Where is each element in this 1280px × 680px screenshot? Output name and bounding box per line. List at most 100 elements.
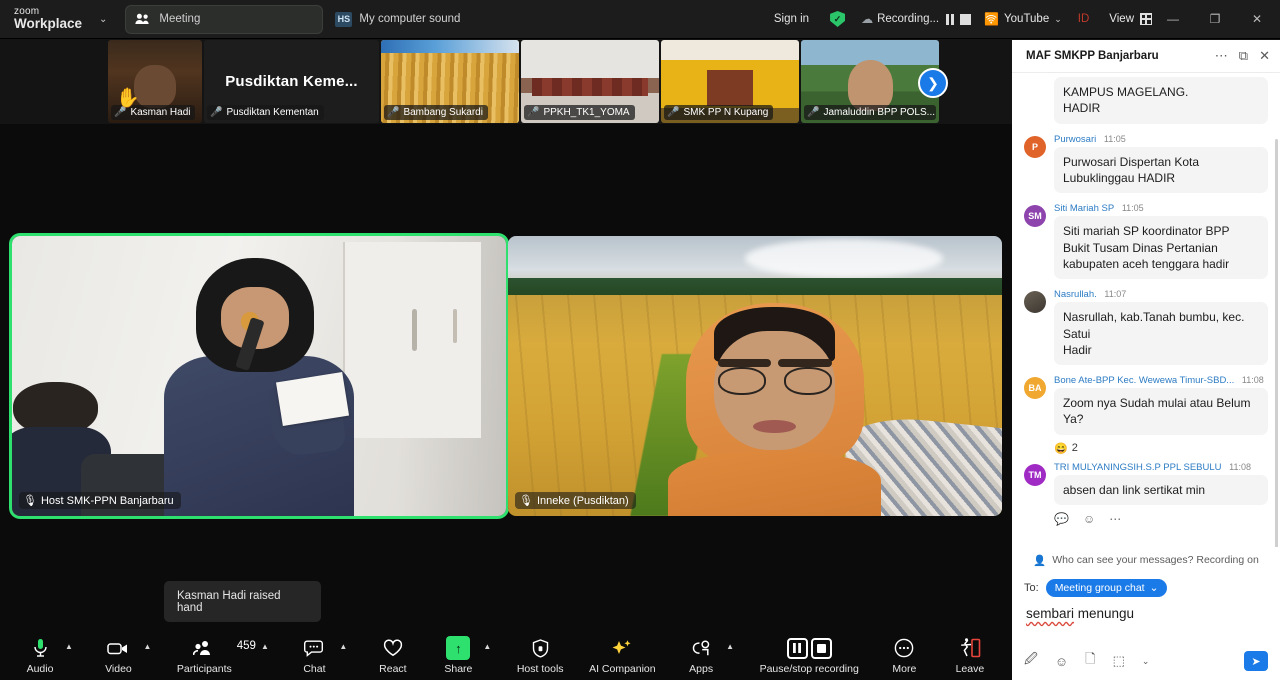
minimize-button[interactable]: — [1152,0,1194,39]
participants-button[interactable]: Participants [177,637,232,675]
audio-label: Audio [26,663,54,675]
emoji-icon[interactable]: ☺ [1055,654,1068,669]
filmstrip-next-button[interactable]: ❯ [918,68,948,98]
leave-button[interactable]: Leave [950,637,990,675]
participants-control-group: Participants 459 ▲ [177,637,269,675]
pause-icon[interactable] [946,13,955,25]
chevron-down-icon[interactable]: ⌄ [1142,656,1150,667]
close-icon[interactable]: ✕ [1259,48,1270,64]
stop-recording-icon[interactable] [810,637,832,659]
file-icon[interactable]: 🗋 [1085,650,1095,672]
message-meta: Bone Ate-BPP Kec. Wewewa Timur-SBD... 11… [1054,375,1268,386]
video-name-label: Inneke (Pusdiktan) [536,494,629,507]
brand-dropdown-caret[interactable]: ⌄ [99,14,107,25]
avatar [1024,291,1046,314]
ai-companion-button[interactable]: AI Companion [589,637,656,675]
mic-off-icon: 🎤 [387,107,400,118]
heart-icon [383,637,403,659]
chat-message: TM TRI MULYANINGSIH.S.P PPL SEBULU 11:08… [1024,462,1268,506]
more-button[interactable]: More [884,637,924,675]
popout-icon[interactable]: ⧉ [1239,48,1248,64]
youtube-live-label[interactable]: YouTube [1004,13,1049,25]
share-button[interactable]: ↑ Share [438,636,478,675]
meeting-tab[interactable]: Meeting [125,4,324,34]
youtube-caret-icon[interactable]: ⌄ [1054,14,1062,25]
filmstrip-tile[interactable]: ✋ 🎤 Kasman Hadi [108,40,202,123]
grid-view-icon[interactable] [1140,13,1152,25]
react-button[interactable]: React [373,637,413,675]
message-sender[interactable]: Purwosari [1054,134,1096,145]
encryption-shield-icon[interactable] [830,11,846,27]
apps-options-caret[interactable]: ▲ [726,642,734,651]
video-tile-active-speaker[interactable]: 🎙 Host SMK-PPN Banjarbaru [12,236,506,516]
message-sender[interactable]: Bone Ate-BPP Kec. Wewewa Timur-SBD... [1054,375,1234,386]
filmstrip-tile[interactable]: 🎤 SMK PP N Kupang [661,40,799,123]
meeting-toolbar: Audio ▲ Video ▲ Participants 459 ▲ Chat … [0,632,1012,680]
participant-filmstrip[interactable]: ✋ 🎤 Kasman Hadi Pusdiktan Keme... 🎤 Pusd… [108,40,951,123]
message-time: 11:08 [1241,375,1264,386]
message-sender[interactable]: Nasrullah. [1054,289,1097,300]
message-sender[interactable]: TRI MULYANINGSIH.S.P PPL SEBULU [1054,462,1222,473]
audio-source-label: My computer sound [359,13,461,25]
host-tools-button[interactable]: Host tools [517,637,564,675]
avatar: BA [1024,377,1046,400]
filmstrip-tile[interactable]: 🎤 PPKH_TK1_YOMA [521,40,659,123]
pause-recording-icon[interactable] [786,637,808,659]
avatar-spacer [1024,79,1046,101]
recipient-selector[interactable]: Meeting group chat ⌄ [1045,579,1168,597]
format-icon[interactable]: 🖉 [1024,650,1038,672]
share-options-caret[interactable]: ▲ [483,642,491,651]
chat-options-caret[interactable]: ▲ [339,642,347,651]
recording-status-label[interactable]: Recording... [877,13,939,25]
message-text: Zoom nya Sudah mulai atau Belum Ya? [1054,388,1268,435]
maximize-button[interactable]: ❐ [1194,0,1236,39]
share-screen-icon: ↑ [446,636,471,660]
message-reaction[interactable]: 😄 2 [1054,442,1078,455]
video-feed-art [508,236,1002,516]
filmstrip-name-badge: 🎤 Pusdiktan Kementan [207,105,324,120]
meeting-id-label[interactable]: ID [1078,13,1090,25]
audio-control-group: Audio ▲ [20,637,73,675]
video-options-caret[interactable]: ▲ [143,642,151,651]
message-meta: TRI MULYANINGSIH.S.P PPL SEBULU 11:08 [1054,462,1268,473]
chat-header: MAF SMKPP Banjarbaru ⋯ ⧉ ✕ [1012,40,1280,73]
reply-icon[interactable]: 💬 [1054,512,1069,526]
avatar: TM [1024,463,1046,486]
message-sender[interactable]: Siti Mariah SP [1054,203,1114,214]
pause-stop-recording-button[interactable]: Pause/stop recording [760,637,859,675]
chat-button[interactable]: Chat [294,637,334,675]
emoji-icon[interactable]: ☺ [1083,512,1095,526]
sign-in-button[interactable]: Sign in [774,13,809,25]
stop-icon[interactable] [960,13,972,25]
screenshot-icon[interactable]: ⬚ [1113,653,1125,669]
chat-privacy-notice[interactable]: 👤 Who can see your messages? Recording o… [1012,547,1280,573]
video-feed-art [12,236,506,516]
chat-input[interactable]: sembari menungu [1024,606,1268,628]
audio-options-caret[interactable]: ▲ [65,642,73,651]
apps-button[interactable]: Apps [681,637,721,675]
filmstrip-name-badge: 🎤 SMK PP N Kupang [664,105,774,120]
raised-hand-toast: Kasman Hadi raised hand [164,581,321,622]
more-icon[interactable]: ⋯ [1109,512,1121,526]
video-tile[interactable]: 🎙 Inneke (Pusdiktan) [508,236,1002,516]
chat-control-group: Chat ▲ [294,637,347,675]
meeting-tab-label: Meeting [159,13,201,25]
leave-door-icon [959,637,981,659]
chat-message: Nasrullah. 11:07 Nasrullah, kab.Tanah bu… [1024,289,1268,366]
participants-options-caret[interactable]: ▲ [261,642,269,651]
ellipsis-icon[interactable]: ⋯ [1215,48,1228,64]
title-bar: zoom Workplace ⌄ Meeting HS My computer … [0,0,1280,39]
privacy-person-icon: 👤 [1033,554,1047,567]
filmstrip-tile[interactable]: Pusdiktan Keme... 🎤 Pusdiktan Kementan [204,40,379,123]
audio-button[interactable]: Audio [20,637,60,675]
view-button[interactable]: View [1109,13,1134,25]
filmstrip-tile[interactable]: 🎤 Bambang Sukardi [381,40,519,123]
chat-scrollbar[interactable] [1275,139,1278,547]
filmstrip-name-badge: 🎤 Bambang Sukardi [384,105,488,120]
chat-message-list[interactable]: KAMPUS MAGELANG. HADIR P Purwosari 11:05… [1012,73,1280,547]
video-button[interactable]: Video [98,637,138,675]
send-button[interactable]: ➤ [1244,651,1268,671]
message-time: 11:08 [1229,461,1252,472]
close-button[interactable]: ✕ [1236,0,1278,39]
message-meta: Siti Mariah SP 11:05 [1054,203,1268,214]
